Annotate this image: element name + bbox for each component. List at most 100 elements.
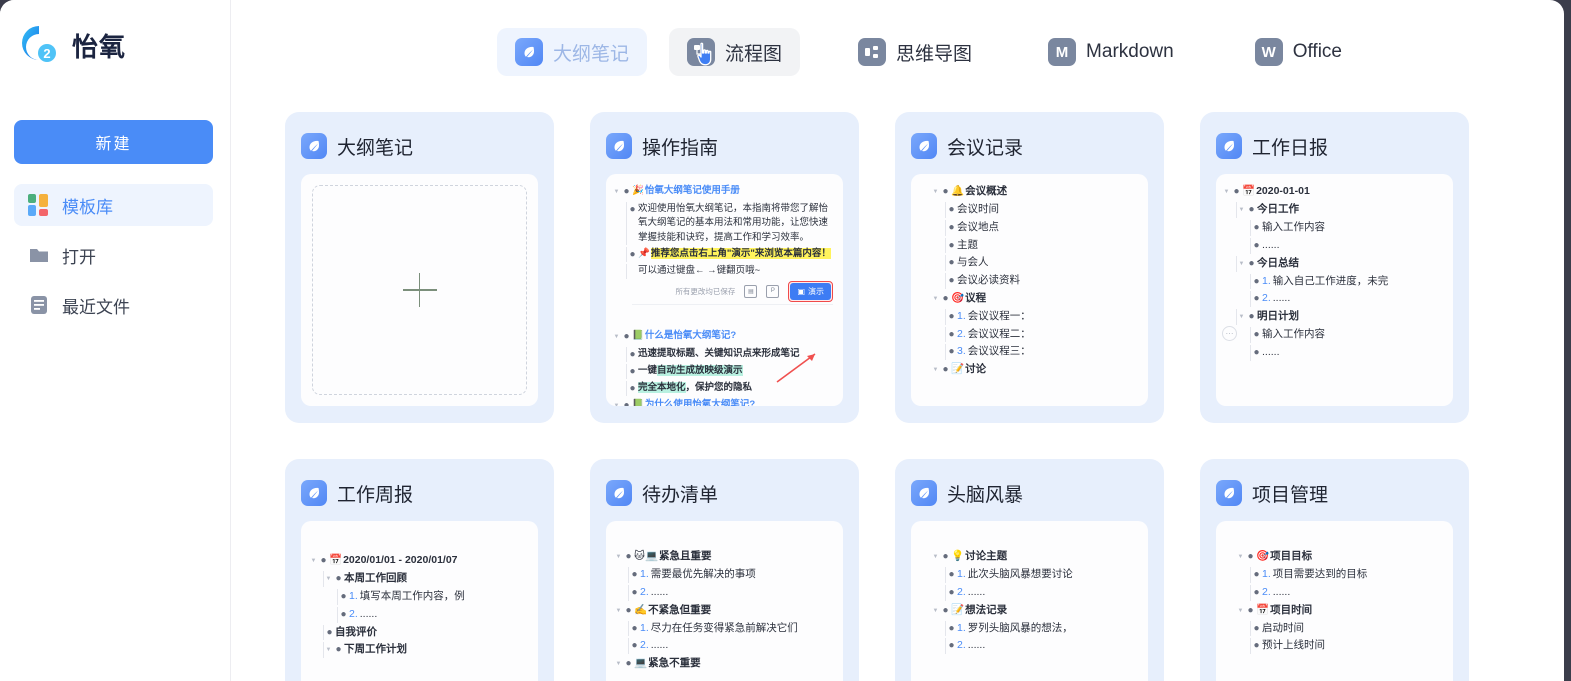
chevron-down-icon[interactable]: ▼ [614,549,623,565]
sidebar-item-template-library[interactable]: 模板库 [14,184,213,226]
outline-tree: ▼ ● 📅2020/01/01 - 2020/01/07 ▼ ● 本周工作回顾 … [301,521,538,659]
tree-node[interactable]: ● 1. 罗列头脑风暴的想法， [945,620,1142,637]
tree-node[interactable]: ▼ ● 📗什么是怡氧大纲笔记? [612,329,837,345]
chevron-down-icon[interactable]: ▼ [931,603,940,619]
tree-node[interactable]: ▼ ● 📗为什么使用怡氧大纲笔记? [612,398,837,406]
chevron-down-icon[interactable]: ▼ [1222,184,1231,200]
template-card-meeting-notes[interactable]: 会议记录 ▼ ● 🔔会议概述 ● 会议时间 ● 会议地点 ● 主题 ● 与会人 ● 会议必… [895,112,1164,423]
tree-node[interactable]: ●...... [1250,344,1447,361]
chevron-down-icon[interactable]: ▼ [931,362,940,378]
chevron-down-icon[interactable]: ▼ [324,571,333,587]
tree-node[interactable]: ▼ ● 今日总结 [1236,255,1447,272]
chevron-down-icon[interactable]: ▼ [324,642,333,658]
tree-node[interactable]: ▼ ● 🐱💻紧急且重要 [614,549,837,565]
tree-node[interactable]: ● 会议时间 [945,202,1142,218]
create-new-note-button[interactable] [312,185,527,395]
tree-node[interactable]: ▼ ● 🔔会议概述 [931,184,1142,200]
bullet-icon: ● [942,551,949,562]
tree-node[interactable]: ▼ ● 📝想法记录 [931,603,1142,619]
tree-node[interactable]: ● 1. 会议议程一： [945,308,1142,325]
tree-node[interactable]: ● 3. 会议议程三： [945,344,1142,360]
present-button[interactable]: ▣ 演示 [790,282,831,300]
tree-node[interactable]: ● 自我评价 [323,624,532,641]
chevron-down-icon[interactable]: ▼ [612,329,621,345]
chevron-down-icon[interactable]: ▼ [1237,202,1246,218]
tree-node[interactable]: ● 与会人 [945,255,1142,271]
chevron-down-icon[interactable]: ▼ [1236,549,1245,565]
tree-node[interactable]: ▼ ● 本周工作回顾 [323,571,532,587]
tree-node[interactable]: ● 2....... [628,638,837,654]
new-button[interactable]: 新建 [14,120,213,164]
template-library-icon [28,194,50,216]
tab-office[interactable]: W Office [1237,28,1360,76]
tree-node[interactable]: ▼ ● 📅项目时间 [1236,603,1447,619]
chevron-down-icon[interactable]: ▼ [1236,603,1245,619]
tree-node[interactable]: ● 1. 此次头脑风暴想要讨论 [945,567,1142,583]
export-pdf-icon[interactable]: P [766,284,780,298]
tree-node[interactable]: ● 2....... [628,584,837,601]
tree-node[interactable]: ● 输入工作内容 [1250,327,1447,343]
tree-node[interactable]: ▼ ● 🎉怡氧大纲笔记使用手册 [612,184,837,200]
tree-node[interactable]: ▼ ● 💻紧急不重要 [614,656,837,672]
tree-node[interactable]: ● 2....... [1250,584,1447,601]
save-icon[interactable]: ▤ [744,284,758,298]
chevron-down-icon[interactable]: ▼ [614,656,623,672]
chevron-down-icon[interactable]: ▼ [1237,309,1246,325]
book-emoji: 📗 [632,329,644,341]
template-card-guide[interactable]: 操作指南 ▼ ● 🎉怡氧大纲笔记使用手册 ● 欢迎使用怡氧大纲笔记，本指南将带您… [590,112,859,423]
chevron-down-icon[interactable]: ▼ [1237,256,1246,272]
tree-node[interactable]: ▼ ● 📅2020/01/01 - 2020/01/07 [309,553,532,569]
tab-markdown[interactable]: M Markdown [1030,28,1192,76]
template-card-brainstorm[interactable]: 头脑风暴 ▼ ● 💡讨论主题 ● 1. 此次头脑风暴想要讨论 ● 2....... ▼… [895,459,1164,681]
template-card-project-management[interactable]: 项目管理 ▼ ● 🎯项目目标 ● 1. 项目需要达到的目标 ● 2....... ▼ … [1200,459,1469,681]
more-options-badge[interactable]: ··· [1222,326,1237,341]
sidebar-item-open[interactable]: 打开 [14,234,213,276]
tab-mindmap[interactable]: 思维导图 [840,28,990,76]
tree-node[interactable]: ● 📌推荐您点击右上角"演示"来浏览本篇内容！ [626,246,837,262]
chevron-down-icon[interactable]: ▼ [931,549,940,565]
tree-node[interactable]: ▼ ● 💡讨论主题 [931,549,1142,565]
sidebar-item-recent-files[interactable]: 最近文件 [14,284,213,326]
tree-node[interactable]: ▼ ● 今日工作 [1236,202,1447,218]
tree-node[interactable]: ●...... [1250,237,1447,254]
tree-node[interactable]: ● 1. 输入自己工作进度，未完 [1250,273,1447,290]
tree-node[interactable]: ● 启动时间 [1250,620,1447,637]
tree-node[interactable]: ● 欢迎使用怡氧大纲笔记，本指南将带您了解怡氧大纲笔记的基本用法和常用功能，让您… [626,202,837,245]
chevron-down-icon[interactable]: ▼ [612,184,621,200]
tree-node[interactable]: ● 1. 尽力在任务变得紧急前解决它们 [628,620,837,637]
chevron-down-icon[interactable]: ▼ [309,553,318,569]
tree-node[interactable]: ● 1. 项目需要达到的目标 [1250,567,1447,583]
tree-node[interactable]: ● 会议地点 [945,219,1142,236]
tree-node[interactable]: ● 2....... [337,606,532,623]
tree-node[interactable]: ● 1. 需要最优先解决的事项 [628,567,837,583]
tree-node[interactable]: ● 主题 [945,237,1142,254]
tree-node[interactable]: ● 预计上线时间 [1250,638,1447,654]
tree-node[interactable]: ● 2. 会议议程二： [945,326,1142,343]
tree-node[interactable]: ▼ ● ✍️不紧急但重要 [614,603,837,619]
tree-node-label: ...... [1272,585,1291,598]
template-card-new-outline[interactable]: 大纲笔记 [285,112,554,423]
tree-node[interactable]: ▼ ● 📝讨论 [931,362,1142,378]
template-card-todo-list[interactable]: 待办清单 ▼ ● 🐱💻紧急且重要 ● 1. 需要最优先解决的事项 ● 2.......… [590,459,859,681]
template-card-weekly-report[interactable]: 工作周报 ▼ ● 📅2020/01/01 - 2020/01/07 ▼ ● 本周… [285,459,554,681]
tree-node[interactable]: ▼ ● 📅2020-01-01 [1222,184,1447,200]
tree-node[interactable]: ● 可以通过键盘← →键翻页哦~ [626,263,837,279]
template-type-tabs: 大纲笔记 流程图 思维导图 M Markdown W Office [231,0,1564,104]
tree-node[interactable]: ● 2....... [945,638,1142,654]
tree-node[interactable]: ▼ ● 下周工作计划 [323,642,532,659]
tree-node[interactable]: ● 输入工作内容 [1250,220,1447,236]
tree-node[interactable]: ▼ ● 🎯议程 [931,291,1142,307]
tree-node[interactable]: ● 2....... [1250,291,1447,307]
tab-outline-note[interactable]: 大纲笔记 [497,28,648,76]
tab-flowchart[interactable]: 流程图 [669,28,801,76]
chevron-down-icon[interactable]: ▼ [931,184,940,200]
tree-node[interactable]: ▼ ● 🎯项目目标 [1236,549,1447,565]
chevron-down-icon[interactable]: ▼ [614,603,623,619]
chevron-down-icon[interactable]: ▼ [612,398,621,406]
tree-node[interactable]: ● 会议必读资料 [945,273,1142,289]
tree-node[interactable]: ▼ ● 明日计划 [1236,309,1447,325]
tree-node[interactable]: ● 2....... [945,584,1142,601]
chevron-down-icon[interactable]: ▼ [931,291,940,307]
tree-node[interactable]: ● 1. 填写本周工作内容，例 [337,589,532,605]
template-card-daily-report[interactable]: 工作日报 ▼ ● 📅2020-01-01 ▼ ● 今日工作 ● 输入工作内容 ●. [1200,112,1469,423]
